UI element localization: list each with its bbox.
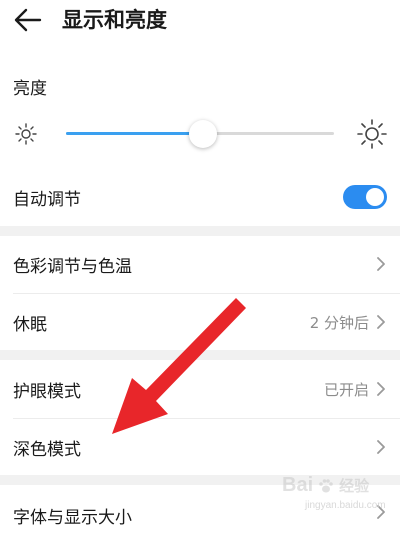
settings-row-value: 2 分钟后 [309,313,369,332]
chevron-right-icon [377,315,385,329]
settings-row-label: 休眠 [13,314,47,335]
sun-large-icon [357,119,387,149]
settings-row-right [369,438,387,456]
settings-row-right: 2 分钟后 [310,312,387,333]
settings-row-label: 护眼模式 [13,381,81,402]
slider-thumb[interactable] [189,120,217,148]
sun-small-icon [15,123,37,145]
auto-adjust-row: 自动调节 [0,174,400,220]
section-gap [0,226,400,236]
settings-row-eye-comfort[interactable]: 护眼模式 已开启 [0,360,400,418]
section-gap [0,350,400,360]
auto-adjust-toggle[interactable] [343,185,387,209]
toggle-knob [366,188,384,206]
page-title: 显示和亮度 [62,8,167,32]
slider-fill [66,132,203,135]
arrow-left-icon[interactable] [12,6,44,34]
brightness-slider[interactable] [66,120,334,148]
watermark-sub: 经验 [339,477,370,495]
chevron-right-icon [377,440,385,454]
watermark-url: jingyan.baidu.com [305,500,386,511]
settings-row-color-temperature[interactable]: 色彩调节与色温 [0,236,400,292]
header: 显示和亮度 [0,0,400,44]
settings-row-label: 色彩调节与色温 [13,256,132,277]
settings-row-dark-mode[interactable]: 深色模式 [0,419,400,475]
chevron-right-icon [377,382,385,396]
settings-row-value: 已开启 [323,380,369,399]
settings-row-right: 已开启 [324,379,387,400]
settings-row-sleep[interactable]: 休眠 2 分钟后 [0,294,400,350]
settings-row-right [369,255,387,273]
watermark-text: Bai [282,474,314,496]
baidu-watermark: Bai 经验 [282,474,369,497]
brightness-label: 亮度 [13,79,47,99]
chevron-right-icon [377,257,385,271]
settings-row-label: 深色模式 [13,439,81,460]
settings-row-label: 字体与显示大小 [13,508,132,528]
paw-icon [319,478,333,492]
auto-adjust-label: 自动调节 [13,189,81,210]
